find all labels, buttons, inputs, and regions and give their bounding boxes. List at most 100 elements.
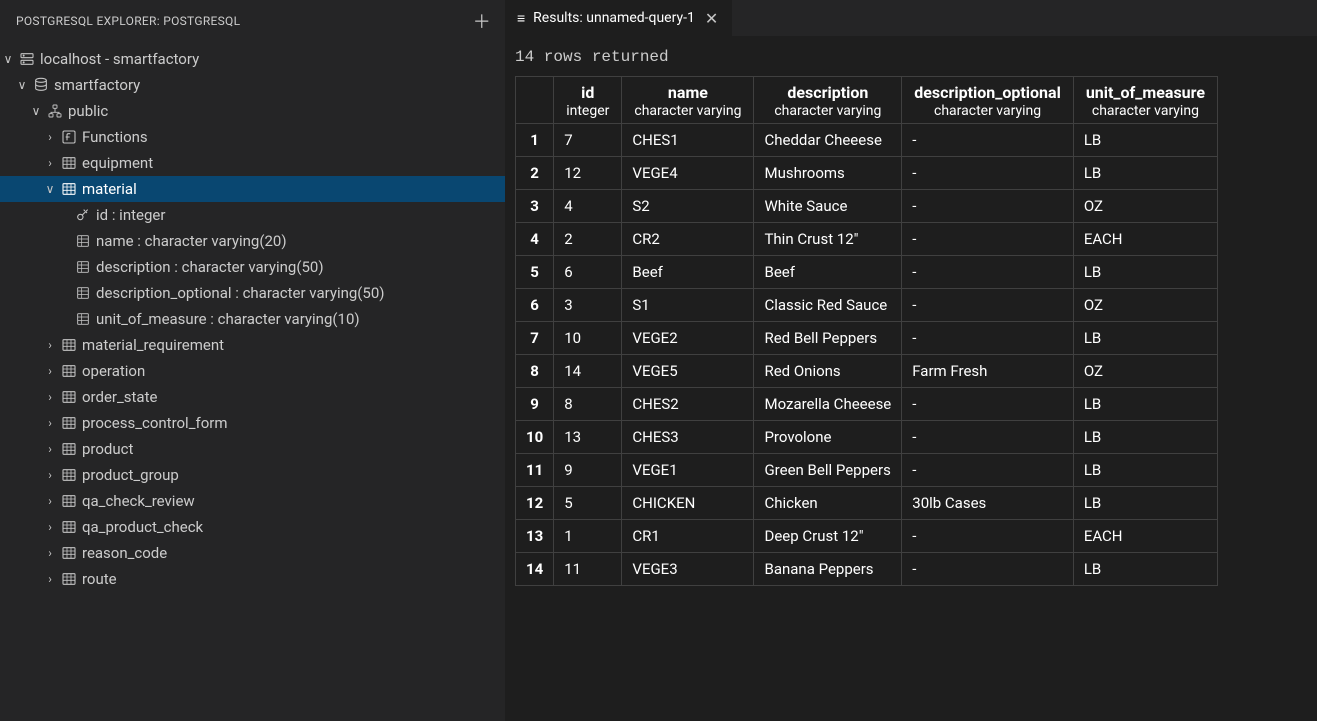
column-header-name[interactable]: namecharacter varying — [622, 77, 754, 124]
cell-name[interactable]: VEGE2 — [622, 322, 754, 355]
tree-table-route[interactable]: ›route — [0, 566, 505, 592]
cell-name[interactable]: CR1 — [622, 520, 754, 553]
cell-id[interactable]: 14 — [554, 355, 622, 388]
table-row[interactable]: 34S2White Sauce-OZ — [516, 190, 1218, 223]
cell-unit_of_measure[interactable]: LB — [1073, 322, 1217, 355]
table-row[interactable]: 17CHES1Cheddar Cheeese-LB — [516, 124, 1218, 157]
chevron-down-icon[interactable]: ∨ — [42, 176, 58, 202]
tree-column[interactable]: name : character varying(20) — [0, 228, 505, 254]
cell-id[interactable]: 7 — [554, 124, 622, 157]
cell-description[interactable]: Green Bell Peppers — [754, 454, 902, 487]
tree-table-order_state[interactable]: ›order_state — [0, 384, 505, 410]
cell-id[interactable]: 1 — [554, 520, 622, 553]
cell-name[interactable]: CHES1 — [622, 124, 754, 157]
chevron-right-icon[interactable]: › — [42, 514, 58, 540]
cell-id[interactable]: 5 — [554, 487, 622, 520]
cell-description_optional[interactable]: - — [902, 157, 1074, 190]
table-row[interactable]: 56BeefBeef-LB — [516, 256, 1218, 289]
tree-connection[interactable]: ∨localhost - smartfactory — [0, 46, 505, 72]
table-row[interactable]: 119VEGE1Green Bell Peppers-LB — [516, 454, 1218, 487]
cell-id[interactable]: 12 — [554, 157, 622, 190]
cell-unit_of_measure[interactable]: LB — [1073, 454, 1217, 487]
cell-description_optional[interactable]: - — [902, 124, 1074, 157]
add-connection-button[interactable]: ＋ — [467, 8, 497, 34]
cell-unit_of_measure[interactable]: LB — [1073, 124, 1217, 157]
tab-results[interactable]: ≡ Results: unnamed-query-1 ✕ — [505, 0, 733, 36]
tree-schema[interactable]: ∨public — [0, 98, 505, 124]
chevron-down-icon[interactable]: ∨ — [28, 98, 44, 124]
cell-description[interactable]: Provolone — [754, 421, 902, 454]
chevron-right-icon[interactable]: › — [42, 332, 58, 358]
cell-description_optional[interactable]: - — [902, 421, 1074, 454]
tree-column[interactable]: description : character varying(50) — [0, 254, 505, 280]
cell-description_optional[interactable]: 30lb Cases — [902, 487, 1074, 520]
chevron-right-icon[interactable]: › — [42, 462, 58, 488]
cell-unit_of_measure[interactable]: OZ — [1073, 355, 1217, 388]
column-header-description[interactable]: descriptioncharacter varying — [754, 77, 902, 124]
cell-description[interactable]: Deep Crust 12" — [754, 520, 902, 553]
cell-unit_of_measure[interactable]: OZ — [1073, 190, 1217, 223]
cell-name[interactable]: CHES2 — [622, 388, 754, 421]
table-row[interactable]: 131CR1Deep Crust 12"-EACH — [516, 520, 1218, 553]
cell-unit_of_measure[interactable]: LB — [1073, 487, 1217, 520]
cell-name[interactable]: CR2 — [622, 223, 754, 256]
cell-unit_of_measure[interactable]: LB — [1073, 388, 1217, 421]
tree-table-qa_check_review[interactable]: ›qa_check_review — [0, 488, 505, 514]
chevron-right-icon[interactable]: › — [42, 358, 58, 384]
tree-table-qa_product_check[interactable]: ›qa_product_check — [0, 514, 505, 540]
chevron-down-icon[interactable]: ∨ — [0, 46, 16, 72]
cell-unit_of_measure[interactable]: LB — [1073, 157, 1217, 190]
chevron-right-icon[interactable]: › — [42, 436, 58, 462]
cell-id[interactable]: 10 — [554, 322, 622, 355]
tree-table-material[interactable]: ∨material — [0, 176, 505, 202]
cell-id[interactable]: 9 — [554, 454, 622, 487]
cell-description[interactable]: Mozarella Cheeese — [754, 388, 902, 421]
tree-column[interactable]: id : integer — [0, 202, 505, 228]
tree-column[interactable]: unit_of_measure : character varying(10) — [0, 306, 505, 332]
tree-functions[interactable]: ›Functions — [0, 124, 505, 150]
tree-table-reason_code[interactable]: ›reason_code — [0, 540, 505, 566]
cell-description_optional[interactable]: - — [902, 388, 1074, 421]
cell-description[interactable]: Red Bell Peppers — [754, 322, 902, 355]
tree-table-equipment[interactable]: ›equipment — [0, 150, 505, 176]
table-row[interactable]: 1411VEGE3Banana Peppers-LB — [516, 553, 1218, 586]
cell-name[interactable]: VEGE5 — [622, 355, 754, 388]
cell-unit_of_measure[interactable]: LB — [1073, 553, 1217, 586]
chevron-right-icon[interactable]: › — [42, 488, 58, 514]
cell-unit_of_measure[interactable]: OZ — [1073, 289, 1217, 322]
cell-id[interactable]: 13 — [554, 421, 622, 454]
cell-description[interactable]: Thin Crust 12" — [754, 223, 902, 256]
table-row[interactable]: 98CHES2Mozarella Cheeese-LB — [516, 388, 1218, 421]
tree-table-product[interactable]: ›product — [0, 436, 505, 462]
cell-description[interactable]: Mushrooms — [754, 157, 902, 190]
cell-description_optional[interactable]: - — [902, 553, 1074, 586]
table-row[interactable]: 42CR2Thin Crust 12"-EACH — [516, 223, 1218, 256]
column-header-id[interactable]: idinteger — [554, 77, 622, 124]
cell-unit_of_measure[interactable]: EACH — [1073, 223, 1217, 256]
cell-description_optional[interactable]: - — [902, 322, 1074, 355]
cell-name[interactable]: CHES3 — [622, 421, 754, 454]
tree-database[interactable]: ∨smartfactory — [0, 72, 505, 98]
cell-id[interactable]: 11 — [554, 553, 622, 586]
tree-table-process_control_form[interactable]: ›process_control_form — [0, 410, 505, 436]
chevron-right-icon[interactable]: › — [42, 540, 58, 566]
tree-table-material_requirement[interactable]: ›material_requirement — [0, 332, 505, 358]
cell-id[interactable]: 8 — [554, 388, 622, 421]
cell-unit_of_measure[interactable]: LB — [1073, 421, 1217, 454]
cell-description[interactable]: Red Onions — [754, 355, 902, 388]
tree-column[interactable]: description_optional : character varying… — [0, 280, 505, 306]
table-row[interactable]: 710VEGE2Red Bell Peppers-LB — [516, 322, 1218, 355]
cell-description_optional[interactable]: Farm Fresh — [902, 355, 1074, 388]
cell-id[interactable]: 6 — [554, 256, 622, 289]
chevron-right-icon[interactable]: › — [42, 124, 58, 150]
column-header-description_optional[interactable]: description_optionalcharacter varying — [902, 77, 1074, 124]
cell-description_optional[interactable]: - — [902, 223, 1074, 256]
chevron-right-icon[interactable]: › — [42, 150, 58, 176]
cell-name[interactable]: CHICKEN — [622, 487, 754, 520]
cell-unit_of_measure[interactable]: EACH — [1073, 520, 1217, 553]
tree-table-product_group[interactable]: ›product_group — [0, 462, 505, 488]
cell-name[interactable]: S2 — [622, 190, 754, 223]
chevron-right-icon[interactable]: › — [42, 410, 58, 436]
cell-name[interactable]: VEGE4 — [622, 157, 754, 190]
chevron-down-icon[interactable]: ∨ — [14, 72, 30, 98]
